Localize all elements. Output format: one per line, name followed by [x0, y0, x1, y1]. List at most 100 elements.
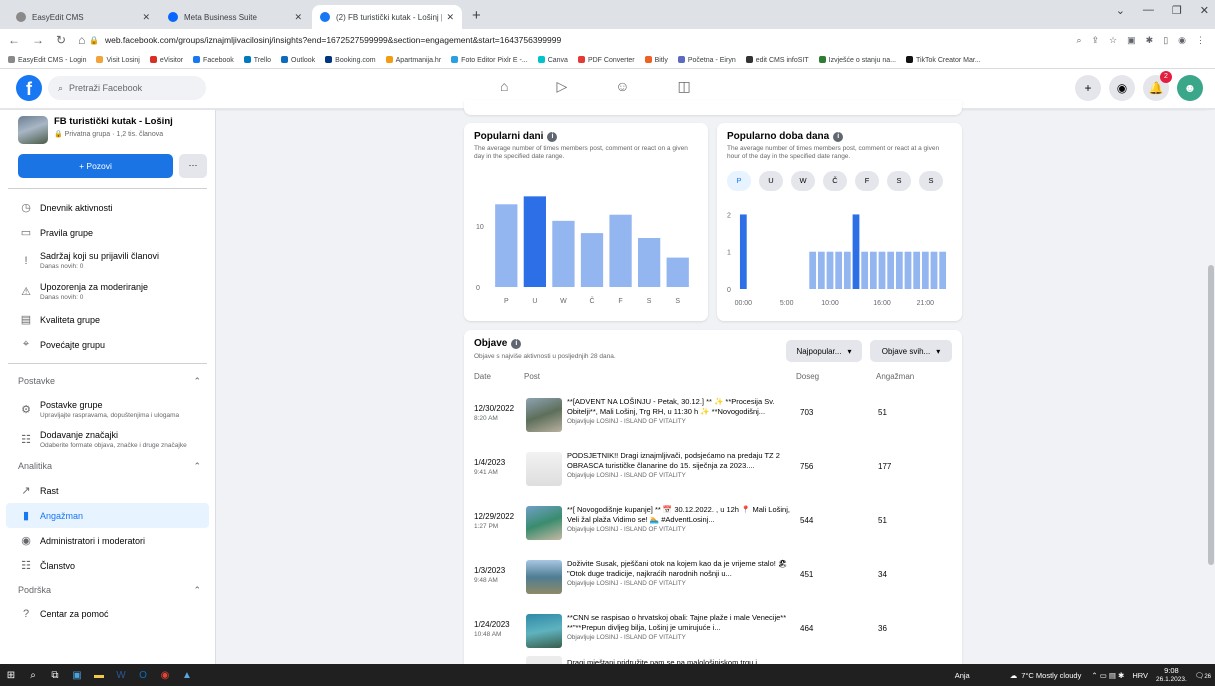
weather-text[interactable]: 7°C Mostly cloudy [1021, 671, 1081, 680]
outlook-icon[interactable]: O [132, 664, 154, 686]
file-explorer-icon[interactable]: ▬ [88, 664, 110, 686]
bar[interactable] [826, 251, 834, 289]
sidebar-item-add-features[interactable]: ☷ Dodavanje značajki Odaberite formate obj… [0, 424, 215, 454]
column-header-date[interactable]: Date [474, 372, 491, 381]
bookmark-item[interactable]: Apartmanija.hr [385, 55, 441, 64]
url-field[interactable]: 🔒 web.facebook.com/groups/iznajmljivacil… [83, 31, 1076, 49]
bar[interactable] [861, 251, 869, 289]
bar[interactable] [638, 238, 661, 287]
back-icon[interactable]: ← [8, 33, 20, 47]
home-nav-icon[interactable]: ⌂ [500, 78, 508, 95]
bookmark-item[interactable]: Početna - Eiryn [677, 55, 736, 64]
task-view-icon[interactable]: ⧉ [44, 664, 66, 686]
bookmark-item[interactable]: edit CMS infoSIT [745, 55, 809, 64]
bar[interactable] [913, 251, 921, 289]
table-row[interactable]: 1/24/2023 10:48 AM **CNN se raspisao o hrv… [464, 608, 962, 652]
bar[interactable] [609, 214, 632, 287]
create-button[interactable]: + [1075, 75, 1101, 101]
sidebar-item-engagement[interactable]: ▮ Angažman [6, 503, 209, 528]
clock[interactable]: 9:08 26.1.2023. [1156, 666, 1187, 684]
search-icon[interactable]: ⌕ [22, 664, 44, 686]
bar[interactable] [921, 251, 929, 289]
day-pill[interactable]: Č [823, 171, 847, 191]
bookmark-item[interactable]: Izvješće o stanju na... [818, 55, 896, 64]
bookmark-item[interactable]: TikTok Creator Mar... [905, 55, 981, 64]
day-pill[interactable]: P [727, 171, 751, 191]
bar[interactable] [869, 251, 877, 289]
sidebar-item-rules[interactable]: ▭ Pravila grupe [0, 220, 215, 245]
post-text[interactable]: **[ADVENT NA LOŠINJU - Petak, 30.12.] **… [567, 397, 792, 427]
bar[interactable] [878, 251, 886, 289]
post-text[interactable]: Doživite Susak, pješčani otok na kojem k… [567, 559, 792, 589]
lock-icon[interactable]: 🔒 [89, 36, 99, 45]
forward-icon[interactable]: → [32, 33, 44, 47]
info-icon[interactable]: i [833, 131, 844, 142]
browser-tab-active[interactable]: (2) FB turistički kutak - Lošinj | Fa ✕ [312, 5, 462, 29]
bar[interactable] [495, 204, 518, 287]
maximize-button[interactable]: ❐ [1172, 4, 1182, 17]
browser-tab[interactable]: Meta Business Suite ✕ [160, 5, 310, 29]
bookmark-item[interactable]: PDF Converter [577, 55, 635, 64]
bar[interactable] [552, 220, 575, 287]
section-analytics[interactable]: Analitika ⌃ [0, 454, 215, 478]
avatar[interactable]: ☻ [1177, 75, 1203, 101]
taskbar-user[interactable]: Anja [955, 671, 970, 680]
extension-icon[interactable]: ▣ [1127, 35, 1136, 46]
bar[interactable] [835, 251, 843, 289]
table-row[interactable]: 1/4/2023 9:41 AM PODSJETNIK!! Dragi iznajm… [464, 446, 962, 490]
sidepanel-icon[interactable]: ▯ [1163, 35, 1168, 46]
bookmark-item[interactable]: Foto Editor Pixlr E -... [451, 55, 528, 64]
post-thumbnail[interactable] [526, 398, 562, 432]
watch-nav-icon[interactable]: ▷ [556, 78, 567, 95]
bar[interactable] [817, 251, 825, 289]
group-header[interactable]: FB turistički kutak - Lošinj 🔒 Privatna … [0, 110, 215, 144]
bookmark-item[interactable]: Outlook [281, 55, 315, 64]
sidebar-item-quality[interactable]: ▤ Kvaliteta grupe [0, 307, 215, 332]
zoom-icon[interactable]: ⌕ [1076, 35, 1081, 46]
day-pill[interactable]: F [855, 171, 879, 191]
sidebar-item-grow[interactable]: ⌖ Povećajte grupu [0, 332, 215, 357]
sidebar-item-flag[interactable]: ! Sadržaj koji su prijavili članovi Danas … [0, 245, 215, 276]
photos-icon[interactable]: ▲ [176, 664, 198, 686]
new-tab-button[interactable]: + [464, 5, 489, 29]
filter-dropdown[interactable]: Objave svih... ▾ [870, 340, 952, 362]
day-pill[interactable]: S [919, 171, 943, 191]
windows-start-icon[interactable]: ⊞ [0, 664, 22, 686]
help-center-link[interactable]: ? Centar za pomoć [0, 602, 215, 626]
chrome-icon[interactable]: ◉ [154, 664, 176, 686]
tab-search-icon[interactable]: ⌄ [1116, 4, 1125, 17]
word-icon[interactable]: W [110, 664, 132, 686]
bar[interactable] [930, 251, 938, 289]
bookmark-item[interactable]: Canva [537, 55, 568, 64]
bar[interactable] [895, 251, 903, 289]
sidebar-item-growth[interactable]: ↗ Rast [0, 478, 215, 503]
day-pill[interactable]: S [887, 171, 911, 191]
post-thumbnail[interactable] [526, 506, 562, 540]
bookmark-item[interactable]: EasyEdit CMS - Login [8, 55, 86, 64]
notification-center-icon[interactable]: 🗨26 [1195, 671, 1211, 680]
bookmark-item[interactable]: eVisitor [149, 55, 183, 64]
reload-icon[interactable]: ↻ [56, 33, 66, 47]
bookmark-item[interactable]: Visit Losinj [96, 55, 140, 64]
bookmark-item[interactable]: Trello [243, 55, 271, 64]
column-header-reach[interactable]: Doseg [796, 372, 819, 381]
language-indicator[interactable]: HRV [1132, 671, 1148, 680]
puzzle-icon[interactable]: ✱ [1146, 35, 1154, 46]
app-icon[interactable]: ▣ [66, 664, 88, 686]
tray-icons[interactable]: ⌃ ▭ ▤ ✱ [1091, 671, 1124, 680]
day-pill[interactable]: U [759, 171, 783, 191]
column-header-engagement[interactable]: Angažman [876, 372, 914, 381]
sidebar-item-membership[interactable]: ☷ Članstvo [0, 553, 215, 578]
star-icon[interactable]: ☆ [1109, 35, 1117, 46]
notifications-icon[interactable]: 🔔 2 [1143, 71, 1172, 101]
table-row[interactable]: 1/3/2023 9:48 AM Doživite Susak, pješčani … [464, 554, 962, 598]
sidebar-item-warning[interactable]: ⚠ Upozorenja za moderiranje Danas novih: 0 [0, 276, 215, 307]
bar[interactable] [843, 251, 851, 289]
facebook-logo-icon[interactable]: f [16, 75, 42, 101]
invite-button[interactable]: + Pozovi [18, 154, 173, 178]
bar[interactable] [523, 196, 546, 287]
more-options-button[interactable]: ··· [179, 154, 207, 178]
post-thumbnail[interactable] [526, 614, 562, 648]
section-support[interactable]: Podrška ⌃ [0, 578, 215, 602]
page-scrollbar[interactable] [1207, 110, 1215, 664]
